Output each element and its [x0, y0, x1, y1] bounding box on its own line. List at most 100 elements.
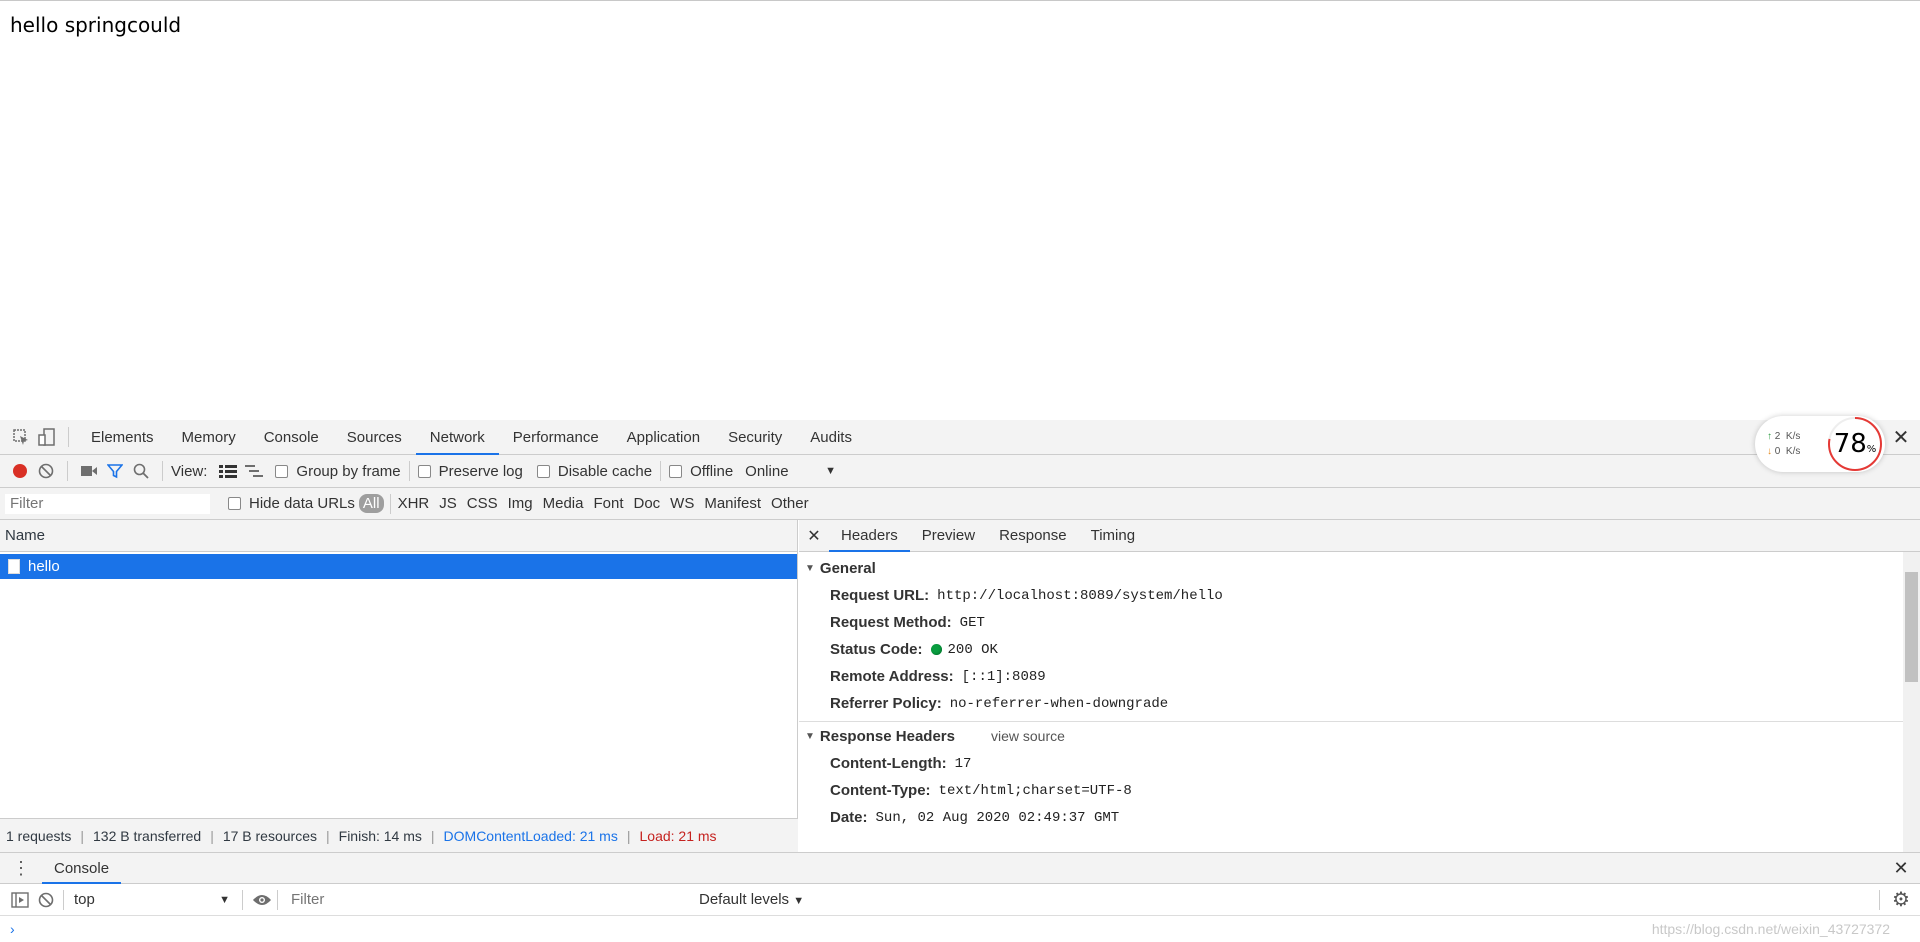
header-key: Remote Address: [830, 668, 954, 685]
throttling-select[interactable]: Online [745, 463, 825, 480]
type-filter-css[interactable]: CSS [462, 495, 503, 512]
filter-bar: Hide data URLs All XHR JS CSS Img Media … [0, 488, 1920, 520]
disable-cache-checkbox[interactable] [536, 464, 550, 478]
type-filter-js[interactable]: JS [434, 495, 462, 512]
group-by-frame-checkbox[interactable] [275, 464, 289, 478]
usage-percent-value: 78 [1833, 429, 1867, 459]
type-filter-manifest[interactable]: Manifest [699, 495, 766, 512]
console-filter-input[interactable] [286, 888, 691, 911]
console-prompt[interactable]: › [0, 916, 1920, 942]
type-filter-xhr[interactable]: XHR [393, 495, 435, 512]
preserve-log-checkbox[interactable] [417, 464, 431, 478]
hide-data-urls-toggle[interactable]: Hide data URLs [228, 495, 355, 512]
transferred-size: 132 B transferred [93, 827, 202, 844]
tab-security[interactable]: Security [714, 420, 796, 455]
eye-icon[interactable] [249, 887, 275, 913]
tab-performance[interactable]: Performance [499, 420, 613, 455]
network-speed-widget[interactable]: ↑ 2 K/s ↓ 0 K/s 78% [1755, 416, 1885, 472]
sidebar-toggle-icon[interactable] [7, 887, 33, 913]
watermark: https://blog.csdn.net/weixin_43727372 [1651, 921, 1890, 937]
close-drawer-icon[interactable]: ✕ [1888, 855, 1914, 881]
type-filter-font[interactable]: Font [588, 495, 628, 512]
close-detail-icon[interactable]: ✕ [799, 526, 829, 546]
tab-elements[interactable]: Elements [77, 420, 168, 455]
divider: | [210, 827, 214, 844]
camera-icon[interactable] [76, 458, 102, 484]
document-icon [8, 559, 20, 574]
general-title: General [819, 559, 876, 577]
type-filter-img[interactable]: Img [503, 495, 538, 512]
detail-tab-bar: ✕ Headers Preview Response Timing [799, 520, 1920, 552]
group-by-frame-toggle[interactable]: Group by frame [275, 463, 401, 480]
name-column-header[interactable]: Name [0, 520, 797, 552]
disable-cache-label: Disable cache [557, 462, 653, 480]
download-speed: 0 [1774, 446, 1781, 457]
search-icon[interactable] [128, 458, 154, 484]
type-filter-other[interactable]: Other [766, 495, 814, 512]
waterfall-icon[interactable] [241, 458, 267, 484]
chevron-down-icon[interactable]: ▼ [825, 465, 836, 477]
log-levels-select[interactable]: Default levels ▼ [699, 891, 804, 908]
preserve-log-toggle[interactable]: Preserve log [417, 463, 523, 480]
clear-icon[interactable] [33, 458, 59, 484]
request-count: 1 requests [6, 827, 72, 844]
detail-scrollbar[interactable] [1903, 552, 1920, 852]
scrollbar-thumb[interactable] [1905, 572, 1918, 682]
filter-input[interactable] [5, 493, 210, 514]
status-ok-icon [930, 644, 942, 655]
close-devtools-icon[interactable]: ✕ [1888, 424, 1914, 450]
context-value: top [74, 891, 95, 908]
network-toolbar: View: Group by frame Preserve log Disabl… [0, 455, 1920, 488]
tab-memory[interactable]: Memory [168, 420, 250, 455]
hide-data-urls-checkbox[interactable] [228, 497, 241, 510]
arrow-down-icon: ↓ [1767, 446, 1772, 457]
page-viewport: hello springcould [0, 0, 1920, 420]
gear-icon[interactable]: ⚙ [1888, 887, 1914, 913]
tab-timing[interactable]: Timing [1079, 520, 1147, 552]
console-toolbar: top ▼ Default levels ▼ ⚙ [0, 884, 1920, 916]
header-key: Request Method: [830, 614, 952, 631]
divider [660, 461, 662, 481]
tab-response[interactable]: Response [987, 520, 1079, 552]
request-list: Name hello [0, 520, 798, 852]
type-filter-all[interactable]: All [358, 494, 384, 513]
divider: | [626, 827, 631, 844]
tab-preview[interactable]: Preview [910, 520, 987, 552]
inspect-element-icon[interactable] [8, 424, 34, 450]
table-row[interactable]: hello [0, 554, 797, 579]
log-levels-label: Default levels [699, 891, 790, 908]
offline-checkbox[interactable] [669, 464, 683, 478]
drawer-tab-console[interactable]: Console [42, 853, 122, 884]
request-name: hello [28, 558, 60, 575]
load-time: Load: 21 ms [639, 827, 717, 844]
device-toolbar-icon[interactable] [34, 424, 60, 450]
disable-cache-toggle[interactable]: Disable cache [536, 462, 653, 480]
tab-network[interactable]: Network [415, 420, 499, 455]
context-select[interactable]: top ▼ [68, 889, 236, 911]
tab-audits[interactable]: Audits [796, 420, 866, 455]
clear-console-icon[interactable] [33, 887, 59, 913]
upload-unit: K/s [1785, 431, 1801, 442]
chevron-down-icon: ▼ [793, 895, 805, 907]
tab-console[interactable]: Console [250, 420, 333, 455]
type-filter-doc[interactable]: Doc [628, 495, 665, 512]
general-section-header[interactable]: ▼ General [799, 554, 1920, 582]
response-headers-title: Response Headers [819, 727, 955, 745]
header-value: text/html;charset=UTF-8 [938, 782, 1132, 799]
large-rows-icon[interactable] [215, 458, 241, 484]
tab-application[interactable]: Application [613, 420, 714, 455]
request-detail-panel: ✕ Headers Preview Response Timing ▼ Gene… [799, 520, 1920, 852]
record-icon[interactable] [7, 458, 33, 484]
tab-headers[interactable]: Headers [829, 520, 910, 552]
type-filter-ws[interactable]: WS [665, 495, 699, 512]
network-summary-bar: 1 requests | 132 B transferred | 17 B re… [0, 818, 798, 852]
filter-icon[interactable] [102, 458, 128, 484]
view-source-link[interactable]: view source [991, 728, 1065, 744]
drawer-tab-bar: ⋮ Console ✕ [0, 853, 1920, 884]
tab-sources[interactable]: Sources [333, 420, 416, 455]
chevron-right-icon: › [10, 921, 15, 937]
offline-toggle[interactable]: Offline [669, 463, 733, 480]
more-options-icon[interactable]: ⋮ [8, 855, 34, 881]
type-filter-media[interactable]: Media [538, 495, 589, 512]
response-headers-section-header[interactable]: ▼ Response Headers view source [799, 722, 1920, 750]
